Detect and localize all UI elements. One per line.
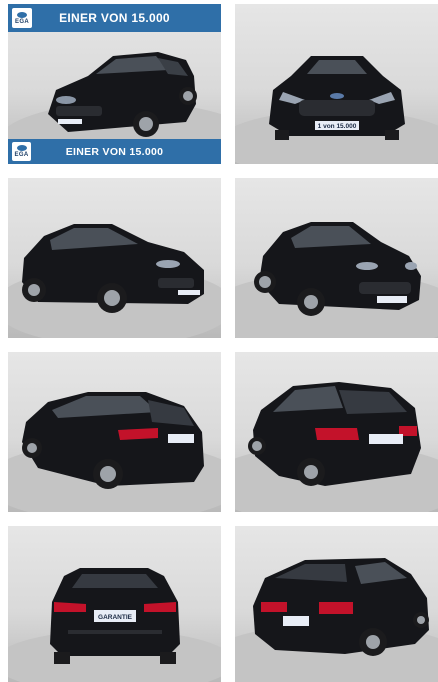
promo-banner-bottom: EGA EINER VON 15.000 <box>8 139 221 164</box>
banner-text-top: EINER VON 15.000 <box>59 11 170 25</box>
ega-logo-icon <box>16 145 27 151</box>
ega-logo-text: EGA <box>14 152 29 158</box>
rear-plate-text: GARANTIE <box>98 614 133 621</box>
gallery-photo-8[interactable] <box>235 526 438 682</box>
ega-logo-icon <box>17 11 27 18</box>
gallery-photo-5[interactable] <box>8 352 221 512</box>
ega-logo: EGA <box>12 142 31 161</box>
gallery-photo-4[interactable] <box>235 178 438 338</box>
gallery-photo-6[interactable] <box>235 352 438 512</box>
banner-text-bottom: EINER VON 15.000 <box>65 145 164 158</box>
gallery-photo-7[interactable]: GARANTIE <box>8 526 221 682</box>
gallery-photo-3[interactable] <box>8 178 221 338</box>
ega-logo: EGA <box>12 8 32 28</box>
front-plate-text: 1 von 15.000 <box>318 123 357 130</box>
car-photo-front-three-quarter-right <box>235 222 438 338</box>
car-photo-rear-three-quarter-close <box>235 382 438 512</box>
car-photo-rear: GARANTIE <box>8 568 221 682</box>
gallery-photo-2[interactable]: 1 von 15.000 <box>235 4 438 164</box>
promo-banner-top: EGA EINER VON 15.000 <box>8 4 221 32</box>
photo-gallery: EGA EINER VON 15.000 EGA EINER VON 15.00… <box>8 4 438 682</box>
gallery-photo-1[interactable]: EGA EINER VON 15.000 EGA EINER VON 15.00… <box>8 4 221 164</box>
ega-logo-text: EGA <box>15 18 29 25</box>
car-photo-front: 1 von 15.000 <box>235 56 438 164</box>
car-photo-side-front <box>8 224 221 338</box>
car-photo-rear-three-quarter-right <box>235 558 438 682</box>
car-photo-rear-three-quarter <box>8 392 221 512</box>
